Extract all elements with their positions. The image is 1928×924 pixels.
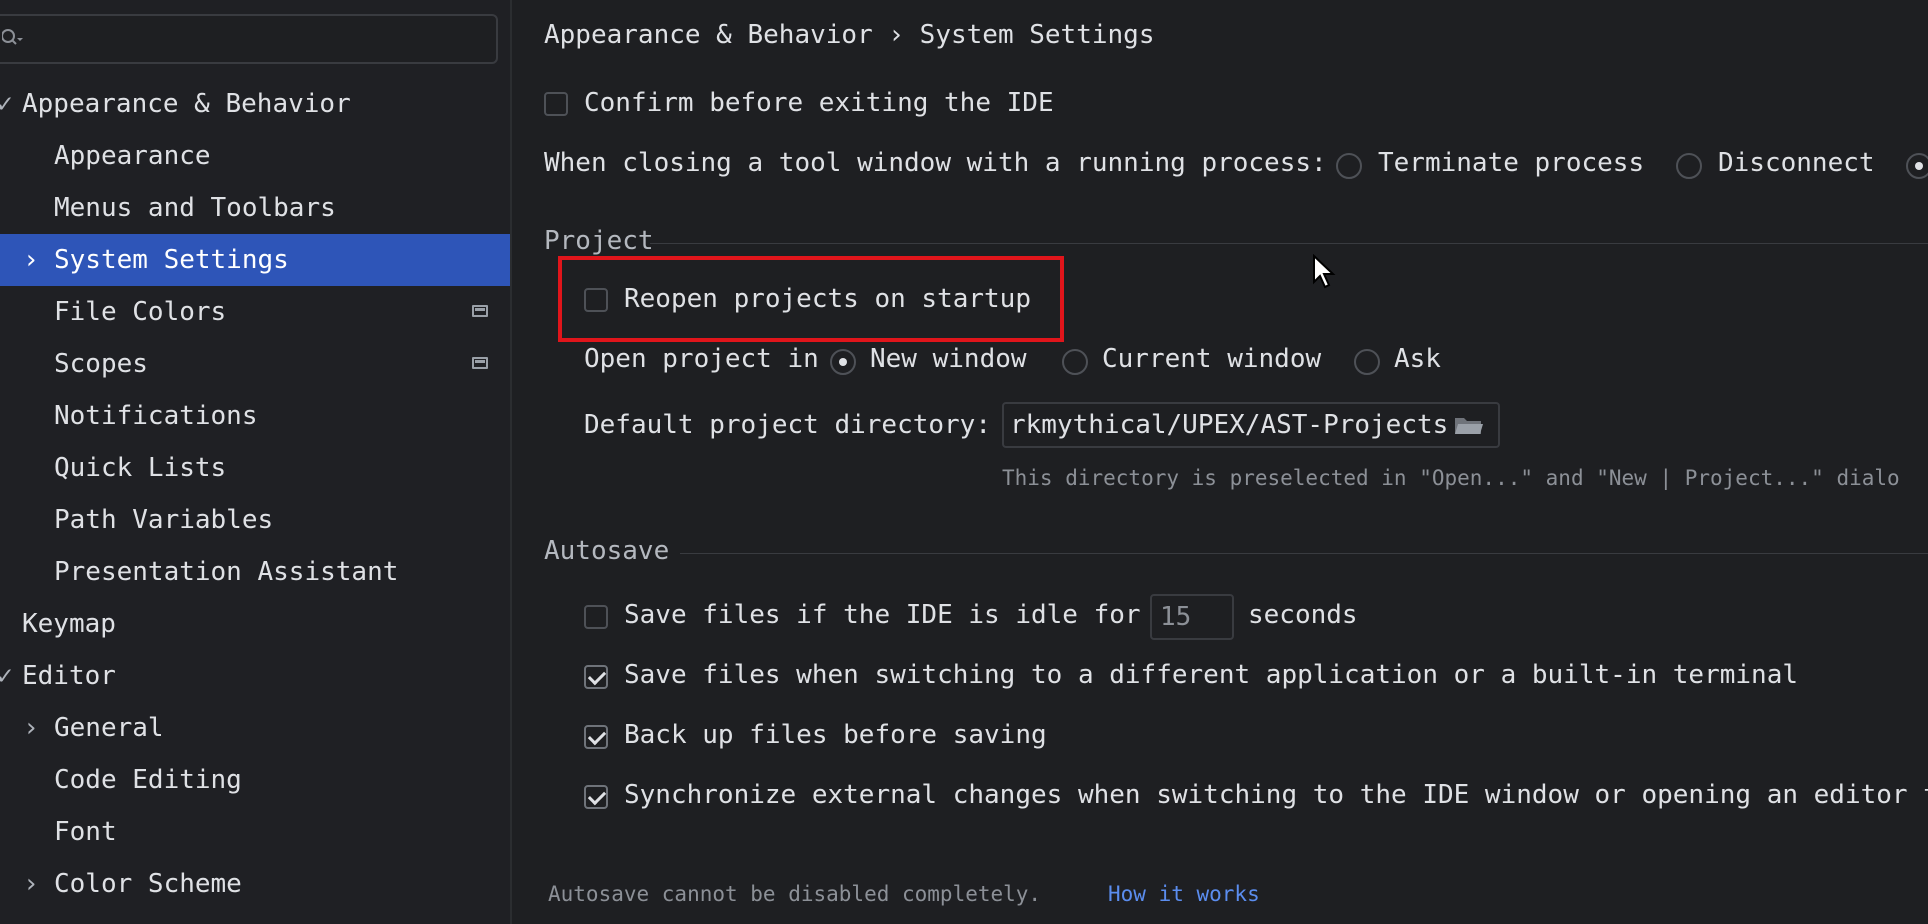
save-idle-label: Save files if the IDE is idle for <box>624 600 1141 630</box>
sidebar-item-general[interactable]: › General <box>0 702 510 754</box>
current-window-label: Current window <box>1102 344 1322 374</box>
search-icon <box>2 29 23 45</box>
backup-checkbox[interactable] <box>584 725 608 749</box>
default-dir-value: rkmythical/UPEX/AST-Projects <box>1010 410 1449 440</box>
idle-seconds-unit: seconds <box>1248 600 1358 630</box>
sidebar-item-quick-lists[interactable]: Quick Lists <box>0 442 510 494</box>
sidebar-item-appearance[interactable]: Appearance <box>0 130 510 182</box>
sidebar-item-menus-and-toolbars[interactable]: Menus and Toolbars <box>0 182 510 234</box>
confirm-exit-label: Confirm before exiting the IDE <box>584 88 1054 118</box>
backup-label: Back up files before saving <box>624 720 1047 750</box>
confirm-exit-checkbox[interactable] <box>544 92 568 116</box>
sync-external-label: Synchronize external changes when switch… <box>624 780 1928 810</box>
sidebar-item-label: Menus and Toolbars <box>54 193 336 223</box>
project-section-title: Project <box>544 226 654 256</box>
sidebar-item-label: System Settings <box>54 245 289 275</box>
sidebar-item-label: Quick Lists <box>54 453 227 483</box>
search-input[interactable] <box>0 14 498 64</box>
sidebar-item-file-colors[interactable]: File Colors <box>0 286 510 338</box>
project-section-divider <box>650 243 1928 244</box>
disconnect-radio[interactable] <box>1676 153 1702 179</box>
sidebar-item-label: Editor <box>22 661 116 691</box>
sidebar-item-label: Keymap <box>22 609 116 639</box>
autosave-section-divider <box>680 553 1928 554</box>
folder-icon[interactable] <box>1454 416 1484 436</box>
chevron-down-icon[interactable]: ✓ <box>0 78 16 130</box>
default-dir-field[interactable]: rkmythical/UPEX/AST-Projects <box>1002 402 1500 448</box>
sidebar-item-system-settings[interactable]: › System Settings <box>0 234 510 286</box>
ask-radio-partial[interactable] <box>1906 153 1928 179</box>
settings-panel: Appearance & Behavior › System Settings … <box>512 0 1928 924</box>
ask-radio[interactable] <box>1354 349 1380 375</box>
mouse-cursor-icon <box>1313 254 1336 289</box>
project-level-icon <box>472 357 488 369</box>
highlight-box <box>558 256 1064 342</box>
sidebar-item-label: Appearance & Behavior <box>22 89 351 119</box>
new-window-label: New window <box>870 344 1027 374</box>
sidebar-item-notifications[interactable]: Notifications <box>0 390 510 442</box>
default-dir-label: Default project directory: <box>584 410 991 440</box>
closing-tool-window-label: When closing a tool window with a runnin… <box>544 148 1327 178</box>
sidebar-item-keymap[interactable]: Keymap <box>0 598 510 650</box>
how-it-works-link[interactable]: How it works <box>1108 882 1260 906</box>
sidebar-item-editor[interactable]: ✓Editor <box>0 650 510 702</box>
idle-seconds-input[interactable]: 15 <box>1150 594 1234 640</box>
current-window-radio[interactable] <box>1062 349 1088 375</box>
terminate-process-radio[interactable] <box>1336 153 1362 179</box>
new-window-radio[interactable] <box>830 349 856 375</box>
chevron-right-icon[interactable]: › <box>20 702 42 754</box>
disconnect-label: Disconnect <box>1718 148 1875 178</box>
sidebar-item-label: Font <box>54 817 117 847</box>
chevron-right-icon[interactable]: › <box>20 858 42 910</box>
default-dir-hint: This directory is preselected in "Open..… <box>1002 466 1900 490</box>
settings-sidebar: ✓Appearance & BehaviorAppearanceMenus an… <box>0 0 512 924</box>
chevron-right-icon[interactable]: › <box>20 234 42 286</box>
sidebar-item-label: Code Editing <box>54 765 242 795</box>
sidebar-item-font[interactable]: Font <box>0 806 510 858</box>
save-on-switch-label: Save files when switching to a different… <box>624 660 1798 690</box>
save-idle-checkbox[interactable] <box>584 605 608 629</box>
sidebar-item-color-scheme[interactable]: › Color Scheme <box>0 858 510 910</box>
autosave-note: Autosave cannot be disabled completely. <box>548 882 1042 906</box>
breadcrumb: Appearance & Behavior › System Settings <box>544 20 1155 50</box>
sidebar-item-label: Scopes <box>54 349 148 379</box>
sidebar-item-label: Path Variables <box>54 505 274 535</box>
project-level-icon <box>472 305 488 317</box>
sidebar-item-path-variables[interactable]: Path Variables <box>0 494 510 546</box>
sidebar-item-label: Color Scheme <box>54 869 242 899</box>
sidebar-item-label: Presentation Assistant <box>54 557 399 587</box>
sidebar-item-label: Appearance <box>54 141 211 171</box>
sidebar-item-code-editing[interactable]: Code Editing <box>0 754 510 806</box>
sidebar-item-label: General <box>54 713 164 743</box>
terminate-process-label: Terminate process <box>1378 148 1645 178</box>
save-on-switch-checkbox[interactable] <box>584 665 608 689</box>
sidebar-item-label: File Colors <box>54 297 227 327</box>
sidebar-item-appearance-behavior[interactable]: ✓Appearance & Behavior <box>0 78 510 130</box>
ask-label: Ask <box>1394 344 1441 374</box>
open-project-in-label: Open project in <box>584 344 819 374</box>
sidebar-item-presentation-assistant[interactable]: Presentation Assistant <box>0 546 510 598</box>
chevron-down-icon[interactable]: ✓ <box>0 650 16 702</box>
autosave-section-title: Autosave <box>544 536 670 566</box>
sidebar-item-scopes[interactable]: Scopes <box>0 338 510 390</box>
sync-external-checkbox[interactable] <box>584 785 608 809</box>
sidebar-item-label: Notifications <box>54 401 258 431</box>
